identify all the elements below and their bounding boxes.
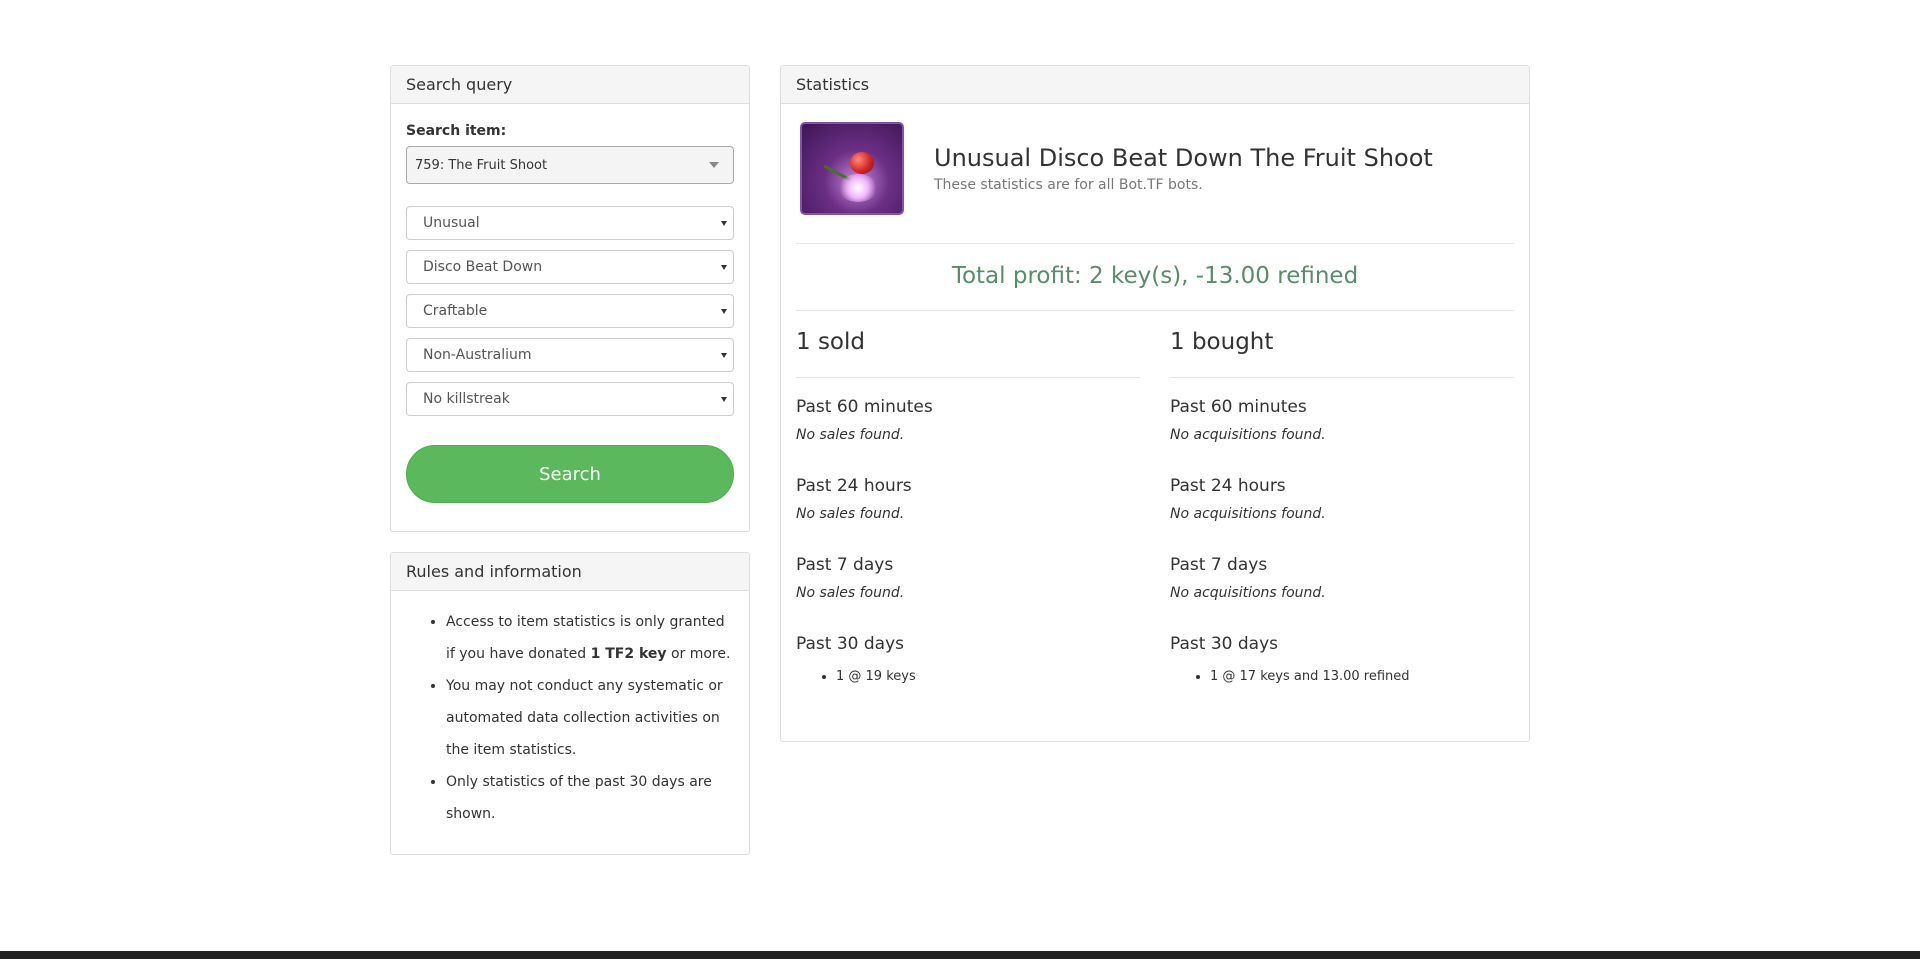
rules-panel: Rules and information Access to item sta… bbox=[390, 552, 750, 855]
rules-heading: Rules and information bbox=[391, 553, 749, 591]
quality-value: Unusual bbox=[423, 215, 480, 231]
divider bbox=[796, 243, 1514, 244]
quality-select[interactable]: Unusual bbox=[406, 206, 734, 240]
killstreak-select[interactable]: No killstreak bbox=[406, 382, 734, 416]
sold-header: 1 sold bbox=[796, 329, 865, 355]
item-subtitle: These statistics are for all Bot.TF bots… bbox=[934, 177, 1203, 193]
bought-period-30d: Past 30 days bbox=[1170, 634, 1278, 654]
chevron-down-icon bbox=[709, 162, 719, 168]
rule-item: Access to item statistics is only grante… bbox=[446, 606, 734, 670]
rules-list: Access to item statistics is only grante… bbox=[406, 606, 734, 830]
bought-header: 1 bought bbox=[1170, 329, 1274, 355]
bought-empty-7d: No acquisitions found. bbox=[1170, 585, 1326, 601]
search-query-panel: Search query Search item: 759: The Fruit… bbox=[390, 65, 750, 532]
caret-down-icon bbox=[721, 397, 727, 402]
footer-bar bbox=[0, 951, 1920, 959]
bought-entries: 1 @ 17 keys and 13.00 refined bbox=[1155, 669, 1410, 684]
killstreak-value: No killstreak bbox=[423, 391, 510, 407]
divider bbox=[1170, 377, 1514, 378]
search-button[interactable]: Search bbox=[406, 445, 734, 503]
australium-value: Non-Australium bbox=[423, 347, 532, 363]
search-query-heading: Search query bbox=[391, 66, 749, 104]
divider bbox=[796, 377, 1140, 378]
rule-item: You may not conduct any systematic or au… bbox=[446, 670, 734, 766]
fruit-icon bbox=[850, 152, 874, 174]
sold-period-30d: Past 30 days bbox=[796, 634, 904, 654]
statistics-heading: Statistics bbox=[781, 66, 1529, 104]
rule-emphasis: 1 TF2 key bbox=[590, 646, 667, 662]
effect-value: Disco Beat Down bbox=[423, 259, 543, 275]
sold-entries: 1 @ 19 keys bbox=[781, 669, 916, 684]
search-item-value: 759: The Fruit Shoot bbox=[415, 157, 548, 173]
sold-empty-60min: No sales found. bbox=[796, 427, 905, 443]
total-profit: Total profit: 2 key(s), -13.00 refined bbox=[951, 263, 1359, 289]
caret-down-icon bbox=[721, 309, 727, 314]
statistics-panel: Statistics Unusual Disco Beat Down The F… bbox=[780, 65, 1530, 742]
bought-empty-24h: No acquisitions found. bbox=[1170, 506, 1326, 522]
australium-select[interactable]: Non-Australium bbox=[406, 338, 734, 372]
search-item-select[interactable]: 759: The Fruit Shoot bbox=[406, 146, 734, 184]
sold-empty-7d: No sales found. bbox=[796, 585, 905, 601]
rule-item: Only statistics of the past 30 days are … bbox=[446, 766, 734, 830]
bought-empty-60min: No acquisitions found. bbox=[1170, 427, 1326, 443]
sold-period-60min: Past 60 minutes bbox=[796, 397, 933, 417]
caret-down-icon bbox=[721, 265, 727, 270]
bought-period-24h: Past 24 hours bbox=[1170, 476, 1286, 496]
search-item-label: Search item: bbox=[406, 123, 507, 139]
sold-empty-24h: No sales found. bbox=[796, 506, 905, 522]
item-image bbox=[800, 122, 904, 215]
bought-period-7d: Past 7 days bbox=[1170, 555, 1268, 575]
craftable-select[interactable]: Craftable bbox=[406, 294, 734, 328]
bought-entry: 1 @ 17 keys and 13.00 refined bbox=[1210, 669, 1410, 684]
craftable-value: Craftable bbox=[423, 303, 488, 319]
item-title: Unusual Disco Beat Down The Fruit Shoot bbox=[934, 144, 1433, 172]
effect-select[interactable]: Disco Beat Down bbox=[406, 250, 734, 284]
bought-period-60min: Past 60 minutes bbox=[1170, 397, 1307, 417]
divider bbox=[796, 310, 1514, 311]
sold-entry: 1 @ 19 keys bbox=[836, 669, 916, 684]
sold-period-24h: Past 24 hours bbox=[796, 476, 912, 496]
caret-down-icon bbox=[721, 353, 727, 358]
caret-down-icon bbox=[721, 221, 727, 226]
sold-period-7d: Past 7 days bbox=[796, 555, 894, 575]
